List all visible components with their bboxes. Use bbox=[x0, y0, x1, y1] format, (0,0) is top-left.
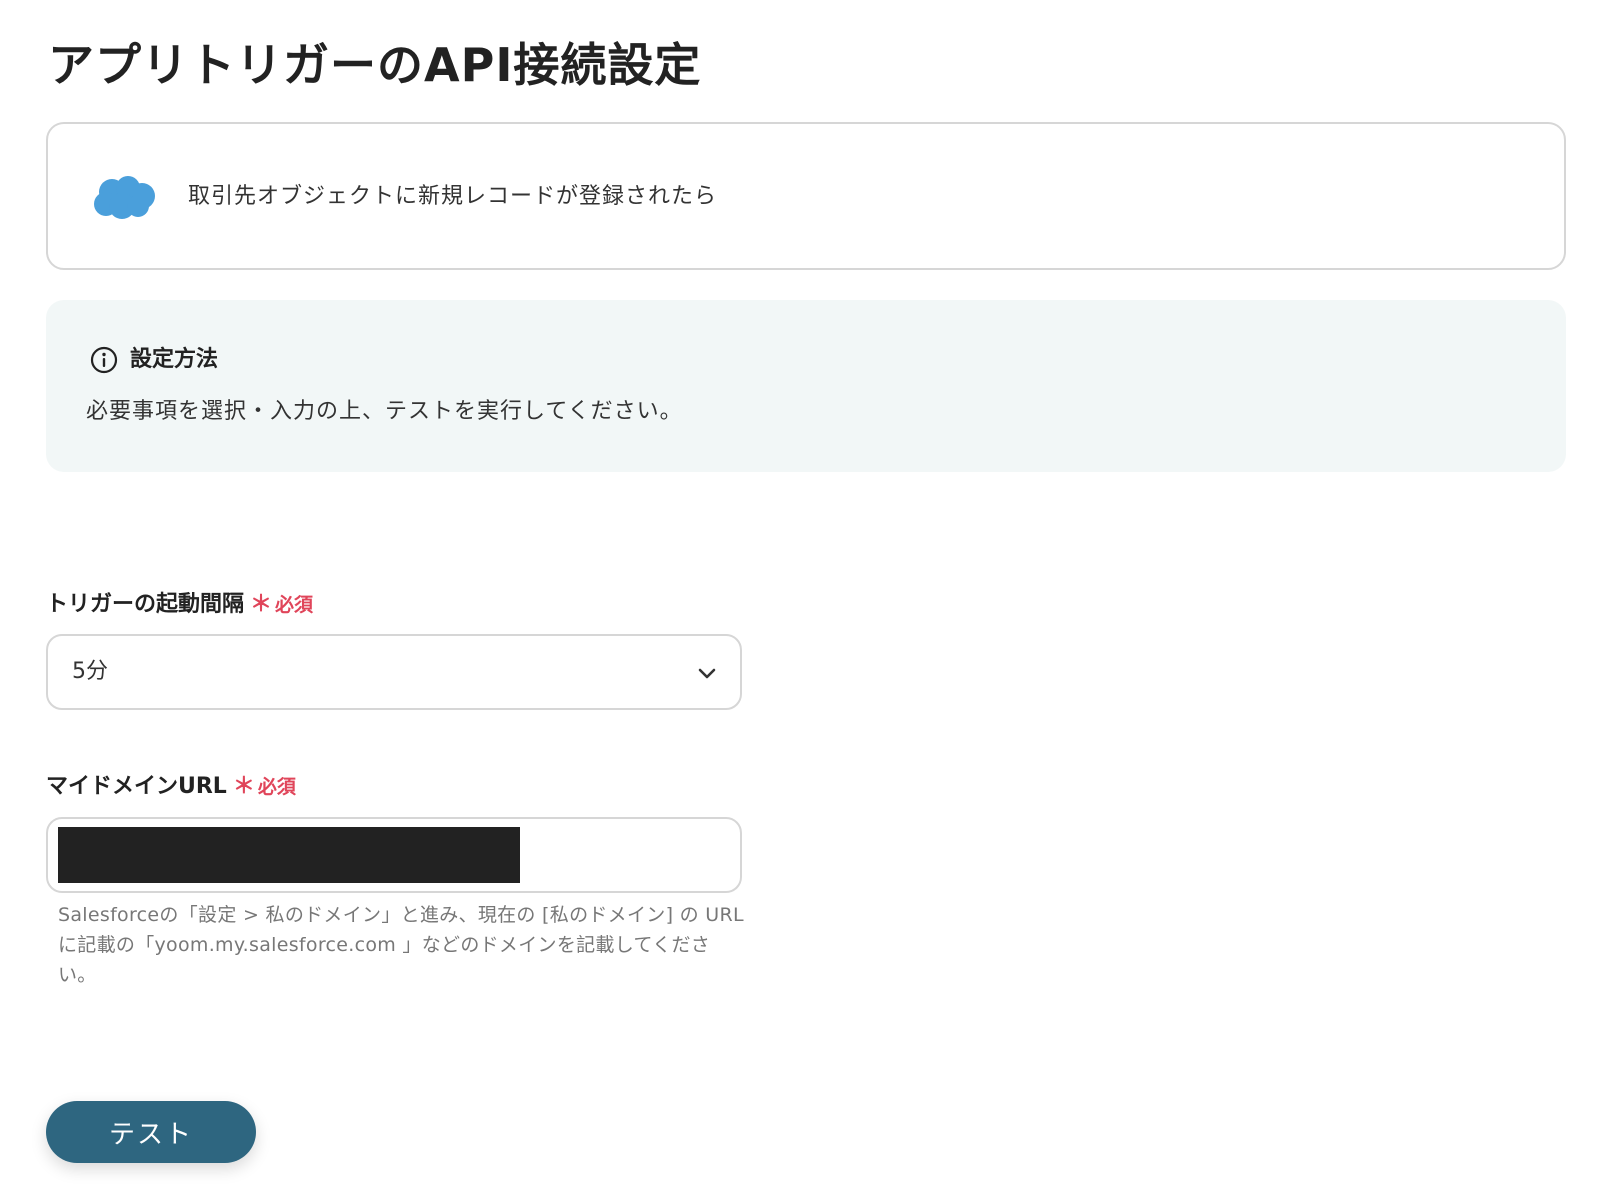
setup-info-box: 設定方法 必要事項を選択・入力の上、テストを実行してください。 bbox=[46, 300, 1566, 472]
domain-url-label: マイドメインURL ＊ 必須 bbox=[46, 770, 296, 804]
api-connection-settings-page: アプリトリガーのAPI接続設定 取引先オブジェクトに新規レコードが登録されたら … bbox=[0, 0, 1600, 1191]
info-title: 設定方法 bbox=[130, 347, 219, 372]
domain-url-label-text: マイドメインURL bbox=[46, 774, 227, 799]
domain-url-input[interactable] bbox=[46, 817, 742, 893]
interval-label: トリガーの起動間隔 ＊ 必須 bbox=[46, 588, 313, 622]
required-badge: ＊ 必須 bbox=[233, 770, 296, 804]
info-icon bbox=[90, 346, 118, 374]
required-badge: ＊ 必須 bbox=[250, 588, 313, 622]
required-text: 必須 bbox=[275, 594, 314, 616]
interval-select-value: 5分 bbox=[72, 659, 108, 684]
trigger-card: 取引先オブジェクトに新規レコードが登録されたら bbox=[46, 122, 1566, 270]
interval-label-text: トリガーの起動間隔 bbox=[46, 592, 245, 617]
required-asterisk: ＊ bbox=[250, 592, 273, 617]
test-button[interactable]: テスト bbox=[46, 1101, 256, 1163]
interval-select[interactable]: 5分 bbox=[46, 634, 742, 710]
redacted-value bbox=[58, 827, 520, 883]
required-text: 必須 bbox=[257, 776, 296, 798]
chevron-down-icon bbox=[698, 668, 716, 679]
domain-url-help-text: Salesforceの「設定 > 私のドメイン」と進み、現在の [私のドメイン]… bbox=[58, 904, 744, 986]
required-asterisk: ＊ bbox=[232, 774, 255, 799]
page-title: アプリトリガーのAPI接続設定 bbox=[48, 38, 702, 92]
info-body: 必要事項を選択・入力の上、テストを実行してください。 bbox=[86, 399, 683, 424]
salesforce-cloud-icon bbox=[94, 176, 155, 219]
trigger-label: 取引先オブジェクトに新規レコードが登録されたら bbox=[188, 184, 718, 209]
